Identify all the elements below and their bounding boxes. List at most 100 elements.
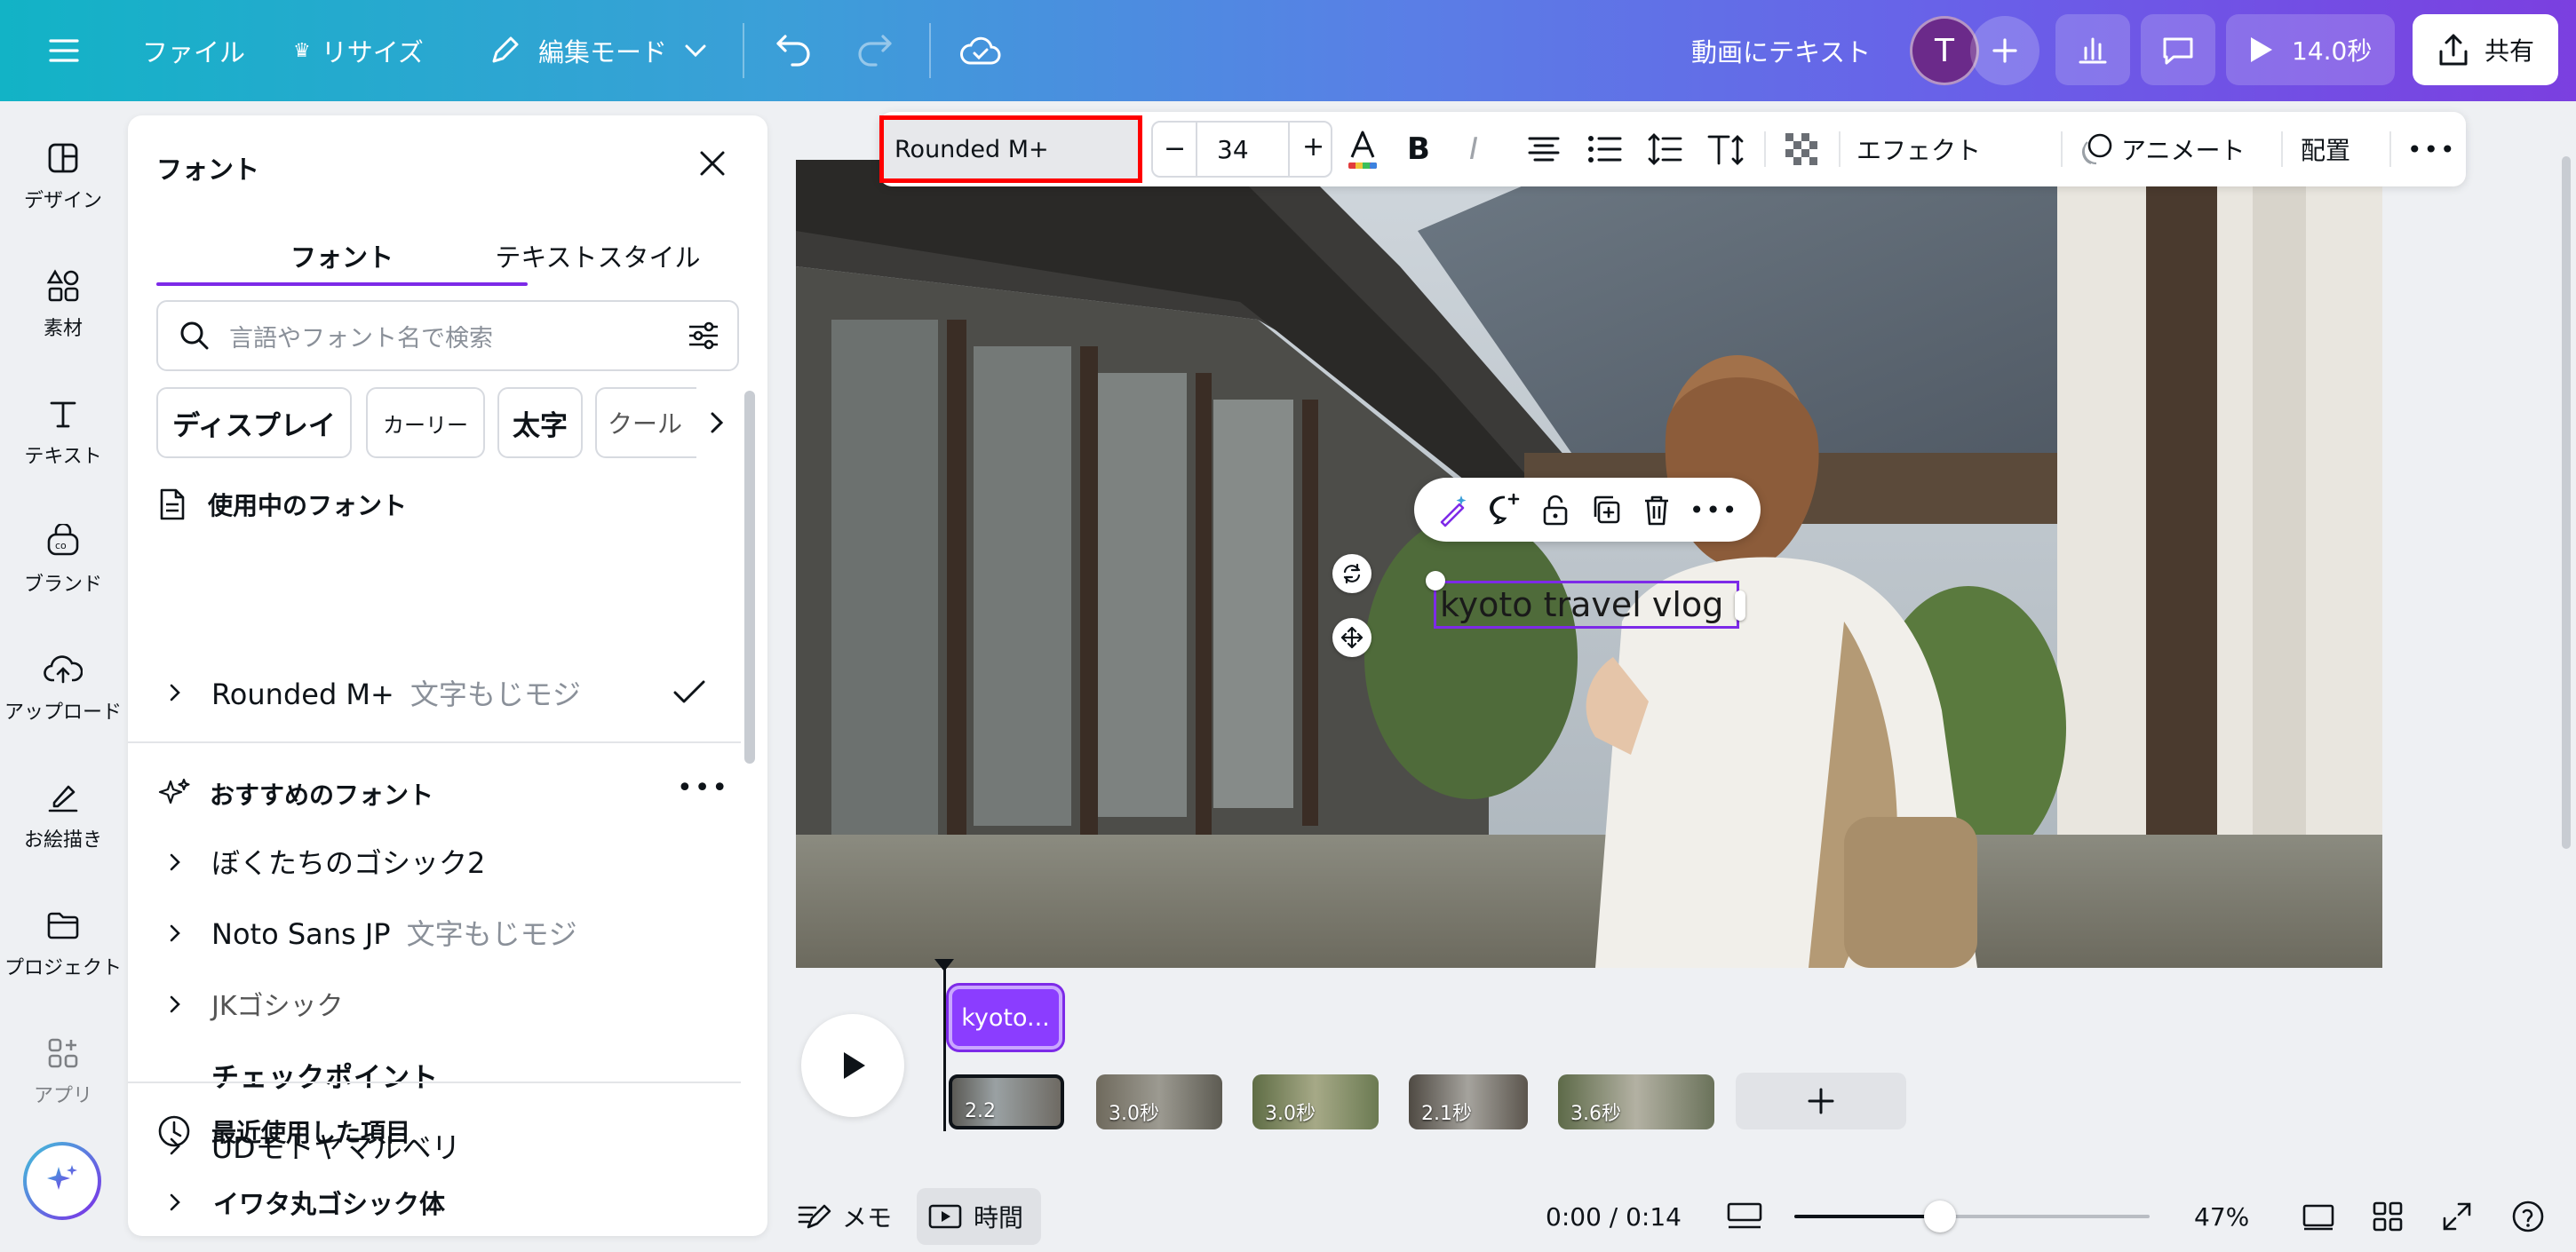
page-view-icon[interactable] (1725, 1181, 1764, 1252)
design-icon (48, 143, 78, 173)
rail-item-design[interactable]: デザイン (0, 140, 126, 213)
playhead-marker[interactable] (934, 959, 954, 971)
more-options-icon[interactable]: ••• (1690, 495, 1739, 525)
menu-icon[interactable] (48, 0, 80, 101)
rail-item-draw[interactable]: お絵描き (0, 780, 126, 852)
canvas-scrollbar[interactable] (2562, 156, 2571, 849)
design-canvas[interactable]: kyoto travel vlog ••• (796, 160, 2382, 968)
rail-item-uploads[interactable]: アップロード (0, 652, 126, 725)
rail-item-brand[interactable]: co ブランド (0, 524, 126, 597)
font-item[interactable]: ぼくたちのゴシック2 (128, 828, 750, 895)
animate-button[interactable]: アニメート (2077, 112, 2245, 186)
pages-icon[interactable] (2301, 1181, 2336, 1252)
cloud-saved-icon[interactable] (959, 0, 1002, 101)
playhead[interactable] (943, 959, 946, 1131)
font-item[interactable]: Noto Sans JP 文字もじモジ (128, 899, 750, 966)
rail-item-elements[interactable]: 素材 (0, 268, 126, 341)
font-item[interactable]: チェックポイント (128, 1041, 750, 1108)
share-button[interactable]: 共有 (2413, 14, 2558, 85)
chip-bold[interactable]: 太字 (497, 387, 583, 458)
add-collaborator-button[interactable] (1970, 16, 2039, 85)
rail-label: ブランド (23, 574, 102, 596)
chevron-right-icon (170, 995, 180, 1013)
time-button[interactable]: 時間 (927, 1181, 1023, 1252)
file-menu[interactable]: ファイル (142, 0, 245, 101)
file-menu-label: ファイル (142, 37, 246, 67)
zoom-level[interactable]: 47% (2194, 1181, 2249, 1252)
video-clip-4[interactable]: 2.1秒 (1409, 1074, 1528, 1129)
resize-button[interactable]: ♛ リサイズ (293, 0, 424, 101)
timeline-play-button[interactable] (801, 1014, 904, 1117)
transparency-icon[interactable] (1784, 112, 1819, 186)
lock-icon[interactable] (1538, 492, 1573, 527)
chip-label: クール (608, 409, 683, 439)
section-label: 最近使用した項目 (211, 1118, 411, 1147)
left-rail: デザイン 素材 テキスト co ブランド アップロード お絵描き プロジェクト … (0, 101, 126, 1252)
add-comment-icon[interactable] (1487, 492, 1523, 527)
move-handle[interactable] (1332, 618, 1371, 657)
notes-button[interactable]: メモ (796, 1181, 892, 1252)
resize-handle[interactable] (1426, 571, 1445, 590)
zoom-slider-thumb[interactable] (1924, 1200, 1956, 1232)
more-options-icon[interactable]: ••• (677, 773, 729, 804)
help-icon[interactable] (2510, 1181, 2546, 1252)
chip-display[interactable]: ディスプレイ (156, 387, 352, 458)
rail-item-apps[interactable]: アプリ (0, 1035, 126, 1108)
document-title[interactable]: 動画にテキスト (1691, 0, 1871, 101)
font-item-rounded-mplus[interactable]: Rounded M+ 文字もじモジ (128, 659, 750, 726)
bold-icon[interactable]: B (1407, 112, 1430, 186)
redo-icon[interactable] (856, 0, 895, 101)
trash-icon[interactable] (1639, 492, 1674, 527)
plus-icon (1992, 38, 2017, 63)
edit-mode-dropdown[interactable]: 編集モード (487, 0, 708, 101)
italic-icon[interactable]: I (1469, 112, 1478, 186)
add-clip-button[interactable] (1736, 1073, 1906, 1129)
avatar-initial: T (1935, 32, 1954, 69)
more-options-icon[interactable]: ••• (2407, 112, 2457, 186)
rotate-handle[interactable] (1332, 554, 1371, 593)
magic-assistant-button[interactable] (23, 1142, 101, 1220)
undo-icon[interactable] (773, 0, 812, 101)
grid-view-icon[interactable] (2372, 1181, 2404, 1252)
fullscreen-icon[interactable] (2441, 1181, 2473, 1252)
video-clip-3[interactable]: 3.0秒 (1252, 1074, 1379, 1129)
font-name: Noto Sans JP (211, 917, 391, 951)
insights-button[interactable] (2055, 14, 2130, 85)
chip-curly[interactable]: カーリー (366, 387, 485, 458)
duplicate-icon[interactable] (1588, 492, 1624, 527)
video-clip-5[interactable]: 3.6秒 (1558, 1074, 1714, 1129)
font-family-selector[interactable]: Rounded M+ (879, 115, 1142, 183)
effects-button[interactable]: エフェクト (1856, 112, 1981, 186)
checkmark-icon (673, 680, 705, 703)
text-size-auto-icon[interactable] (1707, 112, 1746, 186)
video-clip-1[interactable]: 2.2 (949, 1074, 1064, 1129)
font-item-recent[interactable]: イワタ丸ゴシック体 (128, 1169, 741, 1236)
chip-label: カーリー (383, 412, 468, 438)
bullet-list-icon[interactable] (1586, 112, 1622, 186)
text-color-icon[interactable] (1343, 112, 1382, 186)
position-button[interactable]: 配置 (2301, 112, 2350, 186)
text-clip[interactable]: kyoto... (949, 986, 1062, 1050)
filter-icon[interactable] (686, 318, 721, 353)
font-item[interactable]: JKゴシック (128, 970, 750, 1037)
comments-button[interactable] (2141, 14, 2215, 85)
chips-scroll-right[interactable] (696, 387, 737, 458)
search-input[interactable]: 言語やフォント名で検索 (156, 300, 739, 371)
video-clip-2[interactable]: 3.0秒 (1096, 1074, 1222, 1129)
resize-handle-right[interactable] (1735, 590, 1745, 621)
rail-item-text[interactable]: テキスト (0, 396, 126, 469)
selected-text-box[interactable]: kyoto travel vlog (1426, 571, 1745, 629)
rail-item-projects[interactable]: プロジェクト (0, 907, 126, 980)
line-spacing-icon[interactable] (1647, 112, 1682, 186)
decrease-font-size-button[interactable]: − (1164, 133, 1186, 164)
align-center-icon[interactable] (1526, 112, 1562, 186)
font-size-input[interactable]: 34 (1217, 135, 1249, 164)
magic-edit-icon[interactable] (1436, 492, 1472, 527)
close-icon[interactable] (696, 147, 728, 179)
increase-font-size-button[interactable]: + (1302, 131, 1324, 162)
panel-title: フォント (156, 155, 260, 185)
avatar[interactable]: T (1910, 16, 1979, 85)
canvas-text[interactable]: kyoto travel vlog (1440, 585, 1723, 624)
tab-text-styles[interactable]: テキストスタイル (377, 229, 712, 282)
play-preview-button[interactable]: 14.0秒 (2226, 14, 2395, 85)
